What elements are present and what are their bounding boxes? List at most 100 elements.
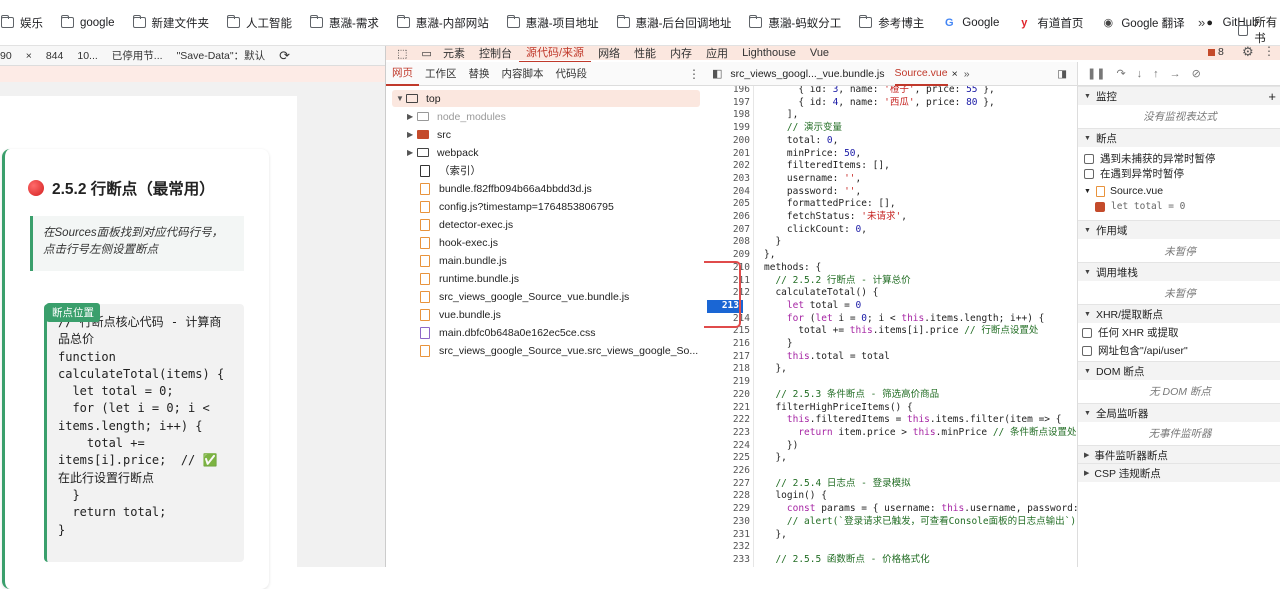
bookmark-item[interactable]: 娱乐: [0, 10, 52, 36]
line-number[interactable]: 196: [704, 86, 750, 97]
deactivate-breakpoints-icon[interactable]: ⊘: [1192, 67, 1201, 80]
line-number[interactable]: 208: [704, 236, 750, 249]
dom-header[interactable]: ▼ DOM 断点: [1078, 361, 1280, 380]
bookmark-item[interactable]: 惠瀜-后台回调地址: [608, 10, 741, 36]
bookmark-item[interactable]: 参考博主: [850, 10, 933, 36]
tree-item[interactable]: hook-exec.js: [420, 234, 498, 251]
event-header[interactable]: ▶ 事件监听器断点: [1078, 445, 1280, 464]
devtools-tab[interactable]: 性能: [627, 43, 663, 63]
line-number[interactable]: 220: [704, 389, 750, 402]
line-number[interactable]: 230: [704, 516, 750, 529]
xhr-any-checkbox[interactable]: 任何 XHR 或提取: [1082, 325, 1179, 340]
line-number[interactable]: 229: [704, 503, 750, 516]
tree-item[interactable]: bundle.f82ffb094b66a4bbdd3d.js: [420, 180, 592, 197]
line-number[interactable]: 225: [704, 452, 750, 465]
line-number[interactable]: 232: [704, 541, 750, 554]
line-number[interactable]: 222: [704, 414, 750, 427]
line-number[interactable]: 224: [704, 440, 750, 453]
tree-item[interactable]: config.js?timestamp=1764853806795: [420, 198, 614, 215]
element-picker-icon[interactable]: ⬚: [390, 43, 414, 63]
bookmark-item[interactable]: y 有道首页: [1008, 10, 1092, 36]
more-options-icon[interactable]: ⋮: [1263, 44, 1275, 58]
xhr-header[interactable]: ▼ XHR/提取断点: [1078, 304, 1280, 323]
line-number[interactable]: 217: [704, 351, 750, 364]
tree-item[interactable]: ▼ top: [396, 90, 441, 107]
bookmark-item[interactable]: 惠瀜-项目地址: [498, 10, 608, 36]
tree-item[interactable]: ▶ node_modules: [407, 108, 506, 125]
navigator-tab[interactable]: 内容脚本: [496, 62, 550, 86]
line-number[interactable]: 231: [704, 529, 750, 542]
line-number[interactable]: 199: [704, 122, 750, 135]
gear-icon[interactable]: ⚙: [1242, 44, 1254, 60]
line-number[interactable]: 200: [704, 135, 750, 148]
all-bookmarks-button[interactable]: 所有书: [1238, 14, 1280, 46]
devtools-tab[interactable]: 元素: [436, 43, 472, 63]
bookmark-item[interactable]: ◉ Google 翻译: [1092, 10, 1193, 36]
line-number[interactable]: 198: [704, 109, 750, 122]
line-number[interactable]: 233: [704, 554, 750, 567]
devtools-tab[interactable]: 网络: [591, 43, 627, 63]
bookmarks-more-button[interactable]: »: [1198, 15, 1205, 30]
close-tab-icon[interactable]: ×: [952, 68, 958, 80]
line-number[interactable]: 202: [704, 160, 750, 173]
bookmark-item[interactable]: G Google: [933, 10, 1008, 36]
scope-header[interactable]: ▼ 作用域: [1078, 220, 1280, 239]
line-number[interactable]: 218: [704, 363, 750, 376]
pause-caught-checkbox[interactable]: 在遇到异常时暂停: [1084, 166, 1184, 181]
bookmark-item[interactable]: 人工智能: [218, 10, 301, 36]
bookmark-item[interactable]: 新建文件夹: [124, 10, 219, 36]
bookmark-item[interactable]: 惠瀜-内部网站: [388, 10, 498, 36]
zoom-value[interactable]: 90: [0, 50, 12, 62]
line-number[interactable]: 223: [704, 427, 750, 440]
line-number[interactable]: 207: [704, 224, 750, 237]
navigator-tab[interactable]: 工作区: [419, 62, 463, 86]
breakpoint-file[interactable]: ▼ Source.vue: [1084, 185, 1163, 197]
devtools-tab[interactable]: Vue: [803, 43, 836, 63]
line-number[interactable]: 204: [704, 186, 750, 199]
tree-item[interactable]: src_views_google_Source_vue.bundle.js: [420, 288, 629, 305]
line-number[interactable]: 227: [704, 478, 750, 491]
pause-icon[interactable]: ❚❚: [1087, 67, 1105, 80]
callstack-header[interactable]: ▼ 调用堆栈: [1078, 262, 1280, 281]
csp-header[interactable]: ▶ CSP 违规断点: [1078, 463, 1280, 482]
watch-header[interactable]: ▼ 监控 +: [1078, 86, 1280, 105]
editor-tabs-more[interactable]: »: [964, 68, 970, 80]
devtools-tab[interactable]: 源代码/来源: [519, 43, 592, 63]
expand-arrow-icon[interactable]: ▼: [396, 94, 406, 103]
devtools-tab[interactable]: 内存: [663, 43, 699, 63]
step-into-icon[interactable]: ↓: [1137, 68, 1143, 80]
add-watch-icon[interactable]: +: [1268, 89, 1276, 104]
disabled-select[interactable]: 已停用节...: [112, 48, 163, 63]
line-number[interactable]: 221: [704, 402, 750, 415]
line-number[interactable]: 209: [704, 249, 750, 262]
rotate-icon[interactable]: ⟳: [279, 48, 290, 64]
xhr-url-checkbox[interactable]: 网址包含"/api/user": [1082, 343, 1188, 358]
tree-item[interactable]: （索引）: [420, 162, 481, 179]
tree-item[interactable]: vue.bundle.js: [420, 306, 501, 323]
tree-item[interactable]: ▶ webpack: [407, 144, 478, 161]
line-number[interactable]: 216: [704, 338, 750, 351]
navigator-tab[interactable]: 网页: [386, 62, 419, 86]
toggle-debugger-icon[interactable]: ◨: [1057, 68, 1067, 80]
step-over-icon[interactable]: ↷: [1116, 67, 1125, 80]
devtools-tab[interactable]: 控制台: [472, 43, 519, 63]
collapse-arrow-icon[interactable]: ▶: [407, 112, 417, 121]
line-number[interactable]: 203: [704, 173, 750, 186]
pause-uncaught-checkbox[interactable]: 遇到未捕获的异常时暂停: [1084, 151, 1216, 166]
breakpoints-header[interactable]: ▼ 断点: [1078, 128, 1280, 147]
tree-item[interactable]: main.dbfc0b648a0e162ec5ce.css: [420, 324, 595, 341]
bookmark-item[interactable]: 惠瀜-需求: [301, 10, 388, 36]
throttle-select[interactable]: 10...: [77, 50, 97, 62]
step-icon[interactable]: →: [1170, 68, 1181, 80]
toggle-navigator-icon[interactable]: ◧: [712, 67, 722, 80]
width-value[interactable]: 844: [46, 50, 64, 62]
issues-badge[interactable]: 8: [1208, 46, 1224, 58]
navigator-more-icon[interactable]: ⋮: [688, 67, 700, 81]
tree-item[interactable]: main.bundle.js: [420, 252, 507, 269]
line-number[interactable]: 228: [704, 490, 750, 503]
tree-item[interactable]: src_views_google_Source_vue.src_views_go…: [420, 342, 698, 359]
tree-item[interactable]: runtime.bundle.js: [420, 270, 519, 287]
line-number[interactable]: 219: [704, 376, 750, 389]
tree-item[interactable]: detector-exec.js: [420, 216, 513, 233]
collapse-arrow-icon[interactable]: ▶: [407, 130, 417, 139]
